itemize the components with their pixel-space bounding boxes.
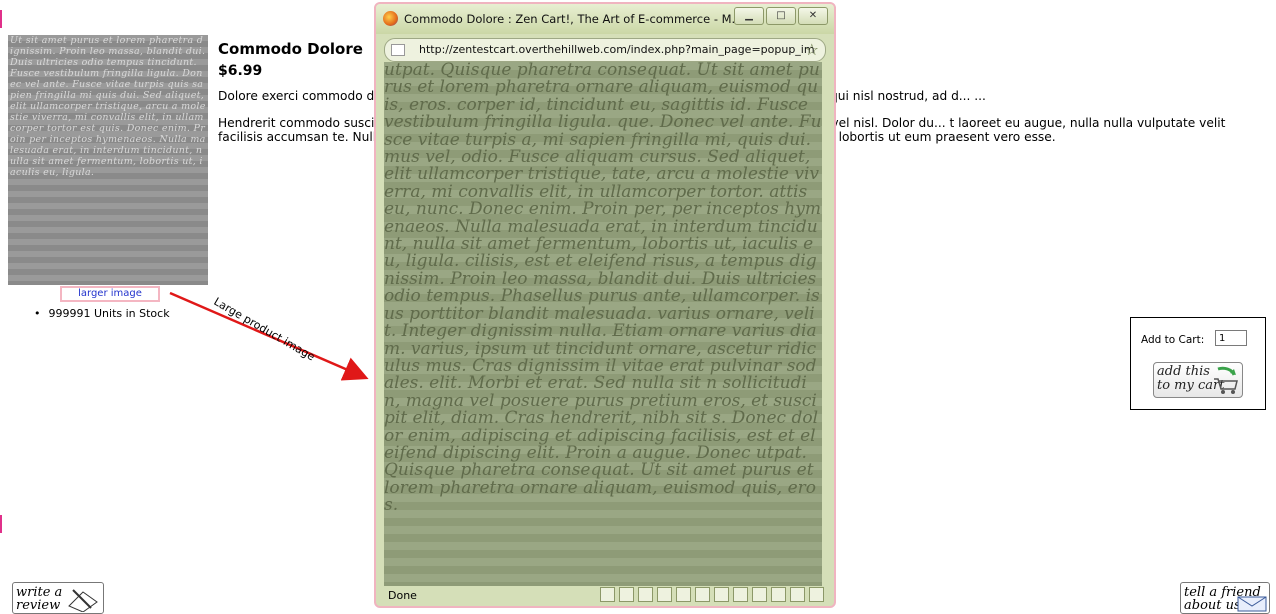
- refresh-icon[interactable]: [714, 587, 729, 602]
- popup-large-image: utpat. Quisque pharetra consequat. Ut si…: [384, 62, 822, 590]
- bookmark-star-icon[interactable]: ☆: [805, 40, 819, 59]
- address-bar[interactable]: http://zentestcart.overthehillweb.com/in…: [384, 38, 826, 62]
- write-review-line2: review: [16, 598, 61, 613]
- tools-icon[interactable]: [657, 587, 672, 602]
- pencil-icon[interactable]: [638, 587, 653, 602]
- info-icon[interactable]: [790, 587, 805, 602]
- shopping-cart-icon: [1214, 366, 1238, 394]
- large-image-texture: utpat. Quisque pharetra consequat. Ut si…: [384, 62, 822, 516]
- page-icon: [391, 44, 405, 56]
- close-icon[interactable]: ✕: [798, 7, 828, 25]
- settings-icon[interactable]: [771, 587, 786, 602]
- print-icon[interactable]: [695, 587, 710, 602]
- popup-title: Commodo Dolore : Zen Cart!, The Art of E…: [404, 12, 743, 26]
- maximize-icon[interactable]: □: [766, 7, 796, 25]
- status-text: Done: [388, 589, 417, 602]
- mail-icon[interactable]: [733, 587, 748, 602]
- add-to-cart-label: Add to Cart:: [1141, 334, 1205, 346]
- tell-a-friend-button[interactable]: tell a friend about us: [1180, 582, 1270, 614]
- addon-icon[interactable]: [600, 587, 615, 602]
- quantity-input[interactable]: [1215, 330, 1247, 346]
- minimize-icon[interactable]: ▁: [734, 7, 764, 25]
- save-icon[interactable]: [676, 587, 691, 602]
- write-review-button[interactable]: write a review: [12, 582, 104, 614]
- edit-icon[interactable]: [752, 587, 767, 602]
- address-text: http://zentestcart.overthehillweb.com/in…: [419, 43, 815, 56]
- status-icons: [600, 587, 824, 602]
- firefox-icon[interactable]: [809, 587, 824, 602]
- add-to-cart-box: Add to Cart: add this to my cart: [1130, 317, 1266, 410]
- popup-titlebar[interactable]: Commodo Dolore : Zen Cart!, The Art of E…: [376, 4, 834, 34]
- status-bar: Done: [382, 586, 828, 604]
- window-controls: ▁ □ ✕: [734, 7, 828, 25]
- firefox-icon: [383, 11, 398, 26]
- page-icon[interactable]: [619, 587, 634, 602]
- tell-a-friend-line2: about us: [1184, 598, 1241, 613]
- popup-window: Commodo Dolore : Zen Cart!, The Art of E…: [374, 2, 836, 608]
- add-to-cart-button[interactable]: add this to my cart: [1153, 362, 1243, 398]
- pencil-paper-icon: [68, 589, 98, 612]
- write-review-text: write a review: [16, 586, 62, 612]
- add-to-cart-line1: add this: [1157, 364, 1210, 379]
